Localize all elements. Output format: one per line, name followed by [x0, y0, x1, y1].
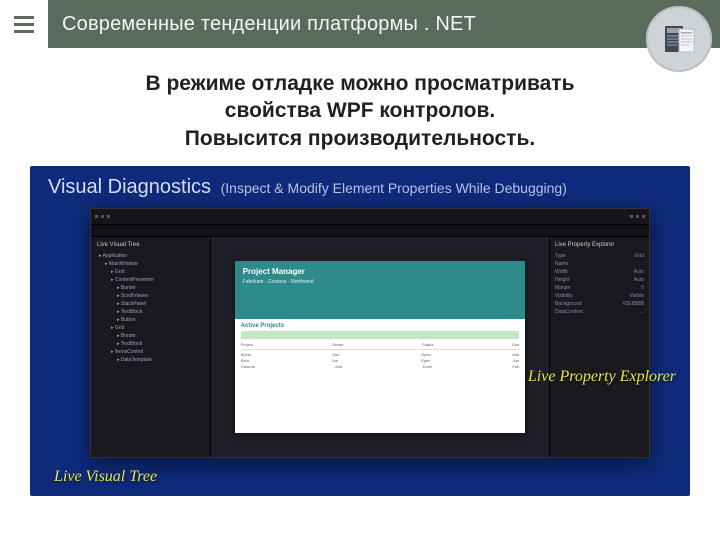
tree-node: ▸ Border — [117, 284, 204, 292]
vs-titlebar — [91, 209, 649, 225]
tree-node: ▸ ScrollViewer — [117, 292, 204, 300]
figure-main-title: Visual Diagnostics — [48, 176, 211, 198]
property-row: WidthAuto — [555, 268, 644, 276]
property-row: DataContext… — [555, 308, 644, 316]
callout-live-visual-tree: Live Visual Tree — [54, 468, 157, 486]
property-row: Margin0 — [555, 284, 644, 292]
tree-node: ▸ MainWindow — [105, 260, 204, 268]
sample-app-window: Project Manager Fabrikam · Contoso · Nor… — [235, 261, 526, 433]
property-row: Background#2E8B8B — [555, 300, 644, 308]
property-row: VisibilityVisible — [555, 292, 644, 300]
designer-surface: Project Manager Fabrikam · Contoso · Nor… — [211, 237, 549, 457]
table-row: BetaLeeOpenApr — [241, 358, 520, 363]
slide-subtitle: В режиме отладке можно просматривать сво… — [0, 70, 720, 152]
tree-node: ▸ DataTemplate — [117, 356, 204, 364]
app-highlight-strip — [241, 331, 520, 339]
table-header: ProjectOwnerStatusDue — [241, 342, 520, 347]
figure-title: Visual Diagnostics (Inspect & Modify Ele… — [48, 176, 567, 199]
slide-header: Современные тенденции платформы . NET — [0, 0, 720, 48]
tree-node: ▸ ContentPresenter — [111, 276, 204, 284]
subtitle-line-1: В режиме отладке можно просматривать — [0, 70, 720, 97]
menu-button[interactable] — [0, 0, 48, 48]
table-row: GammaAnaDoneFeb — [241, 364, 520, 369]
app-hero-title: Project Manager — [243, 267, 305, 276]
property-row: HeightAuto — [555, 276, 644, 284]
tree-node: ▸ Grid — [111, 268, 204, 276]
property-row: Name — [555, 260, 644, 268]
subtitle-line-2: свойства WPF контролов. — [0, 97, 720, 124]
property-row: TypeGrid — [555, 252, 644, 260]
left-panel-title: Live Visual Tree — [97, 241, 204, 249]
right-panel-title: Live Property Explorer — [555, 241, 644, 249]
slide-figure: Visual Diagnostics (Inspect & Modify Ele… — [30, 166, 690, 496]
tree-node: ▸ Button — [117, 316, 204, 324]
subtitle-line-3: Повысится производительность. — [0, 125, 720, 152]
tree-node: ▸ TextBlock — [117, 340, 204, 348]
newspaper-icon — [646, 6, 712, 72]
figure-sub-title: (Inspect & Modify Element Properties Whi… — [221, 180, 567, 196]
vs-tabbar — [91, 225, 649, 237]
app-section-title: Active Projects — [241, 323, 520, 329]
hamburger-icon — [14, 16, 34, 33]
live-visual-tree-panel: Live Visual Tree ▸ Application▸ MainWind… — [91, 237, 211, 457]
tree-node: ▸ ItemsControl — [111, 348, 204, 356]
tree-node: ▸ Application — [99, 252, 204, 260]
table-row: AlphaKimOpenMar — [241, 352, 520, 357]
slide-title: Современные тенденции платформы . NET — [48, 0, 720, 48]
app-hero-sub: Fabrikam · Contoso · Northwind — [243, 279, 314, 285]
callout-live-property-explorer: Live Property Explorer — [528, 368, 676, 386]
tree-node: ▸ TextBlock — [117, 308, 204, 316]
tree-node: ▸ Grid — [111, 324, 204, 332]
live-property-explorer-panel: Live Property Explorer TypeGridNameWidth… — [549, 237, 649, 457]
tree-node: ▸ StackPanel — [117, 300, 204, 308]
vs-window: Live Visual Tree ▸ Application▸ MainWind… — [90, 208, 650, 458]
tree-node: ▸ Border — [117, 332, 204, 340]
